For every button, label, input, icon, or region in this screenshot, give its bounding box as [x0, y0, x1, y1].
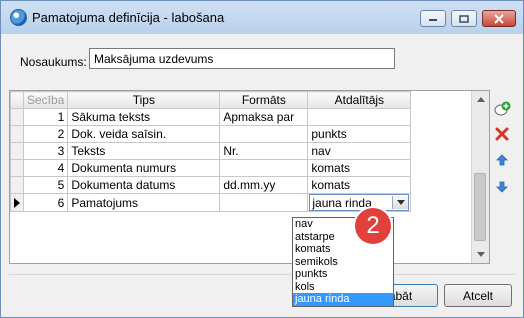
- close-button[interactable]: [482, 10, 516, 27]
- name-input[interactable]: [89, 48, 395, 69]
- cell-format[interactable]: [219, 159, 309, 177]
- row-indicator: [10, 176, 24, 194]
- scrollbar-thumb[interactable]: [474, 173, 486, 241]
- scroll-down-button[interactable]: [472, 246, 489, 263]
- grid-vertical-scrollbar[interactable]: [471, 91, 489, 263]
- cell-tips[interactable]: Pamatojums: [67, 193, 221, 212]
- window-title: Pamatojuma definīcija - labošana: [32, 10, 225, 25]
- grid-table: Secība Tips Formāts Atdalītājs 1 Sākuma …: [10, 91, 412, 212]
- delete-row-icon: [495, 127, 509, 141]
- minimize-icon: [429, 18, 437, 21]
- dropdown-option[interactable]: kols: [293, 281, 393, 294]
- dialog-body: Nosaukums: Secība Tips Formāts Atdalītāj…: [9, 34, 515, 310]
- cell-seq[interactable]: 3: [22, 142, 69, 160]
- current-row-indicator: [10, 193, 24, 212]
- grid-header-row: Secība Tips Formāts Atdalītājs: [10, 91, 412, 109]
- cell-tips[interactable]: Sākuma teksts: [67, 108, 221, 126]
- step-number-badge: 2: [355, 208, 391, 244]
- cell-separator[interactable]: [307, 108, 412, 126]
- chevron-down-icon: [396, 200, 405, 205]
- minimize-button[interactable]: [420, 10, 446, 27]
- delete-row-button[interactable]: [493, 125, 511, 143]
- row-indicator: [10, 125, 24, 143]
- maximize-button[interactable]: [451, 10, 477, 27]
- title-bar: Pamatojuma definīcija - labošana: [1, 1, 523, 34]
- cell-format[interactable]: Nr.: [219, 142, 309, 160]
- dropdown-option-selected[interactable]: jauna rinda: [293, 293, 393, 306]
- cell-separator[interactable]: komats: [307, 159, 412, 177]
- header-format[interactable]: Formāts: [219, 91, 309, 109]
- table-row[interactable]: 4 Dokumenta numurs komats: [10, 159, 412, 177]
- table-row-current[interactable]: 6 Pamatojums jauna rinda: [10, 193, 412, 212]
- header-tips[interactable]: Tips: [67, 91, 221, 109]
- row-indicator-header: [10, 91, 24, 109]
- cell-tips[interactable]: Dokumenta numurs: [67, 159, 221, 177]
- move-down-button[interactable]: [493, 178, 511, 196]
- current-row-arrow-icon: [14, 197, 20, 208]
- cell-tips[interactable]: Dok. veida saīsin.: [67, 125, 221, 143]
- combobox-dropdown-button[interactable]: [392, 196, 409, 209]
- move-down-icon: [496, 181, 508, 193]
- cell-format[interactable]: dd.mm.yy: [219, 176, 309, 194]
- cell-tips[interactable]: Dokumenta datums: [67, 176, 221, 194]
- cell-separator-editor[interactable]: jauna rinda: [307, 193, 412, 212]
- cell-seq[interactable]: 5: [22, 176, 69, 194]
- cell-separator[interactable]: nav: [307, 142, 412, 160]
- table-row[interactable]: 2 Dok. veida saīsin. punkts: [10, 125, 412, 143]
- cell-seq[interactable]: 1: [22, 108, 69, 126]
- add-row-icon: [494, 101, 511, 116]
- name-label: Nosaukums:: [20, 55, 87, 69]
- cell-separator[interactable]: punkts: [307, 125, 412, 143]
- close-icon: [494, 13, 504, 24]
- cell-seq[interactable]: 6: [22, 193, 69, 212]
- row-indicator: [10, 108, 24, 126]
- table-row[interactable]: 5 Dokumenta datums dd.mm.yy komats: [10, 176, 412, 194]
- dropdown-option[interactable]: semikols: [293, 256, 393, 269]
- app-icon: [10, 9, 27, 26]
- definition-grid: Secība Tips Formāts Atdalītājs 1 Sākuma …: [9, 90, 490, 264]
- scroll-up-icon: [476, 97, 485, 102]
- add-row-button[interactable]: [493, 100, 511, 118]
- cancel-button[interactable]: Atcelt: [444, 284, 512, 307]
- cell-seq[interactable]: 4: [22, 159, 69, 177]
- maximize-icon: [459, 14, 469, 23]
- cell-format[interactable]: [219, 193, 309, 212]
- cell-separator[interactable]: komats: [307, 176, 412, 194]
- scroll-up-button[interactable]: [472, 91, 489, 108]
- cell-format[interactable]: [219, 125, 309, 143]
- cell-tips[interactable]: Teksts: [67, 142, 221, 160]
- table-row[interactable]: 3 Teksts Nr. nav: [10, 142, 412, 160]
- row-indicator: [10, 159, 24, 177]
- scroll-down-icon: [476, 252, 485, 257]
- table-row[interactable]: 1 Sākuma teksts Apmaksa par: [10, 108, 412, 126]
- dropdown-option[interactable]: komats: [293, 243, 393, 256]
- cell-seq[interactable]: 2: [22, 125, 69, 143]
- separator-combobox[interactable]: jauna rinda: [309, 194, 410, 211]
- dropdown-option[interactable]: punkts: [293, 268, 393, 281]
- header-separator[interactable]: Atdalītājs: [307, 91, 412, 109]
- footer-divider: [9, 274, 515, 275]
- move-up-icon: [496, 154, 508, 166]
- cell-format[interactable]: Apmaksa par: [219, 108, 309, 126]
- header-seq[interactable]: Secība: [22, 91, 69, 109]
- dialog-window: Pamatojuma definīcija - labošana Nosauku…: [0, 0, 524, 318]
- move-up-button[interactable]: [493, 151, 511, 169]
- combobox-value: jauna rinda: [312, 195, 372, 210]
- row-indicator: [10, 142, 24, 160]
